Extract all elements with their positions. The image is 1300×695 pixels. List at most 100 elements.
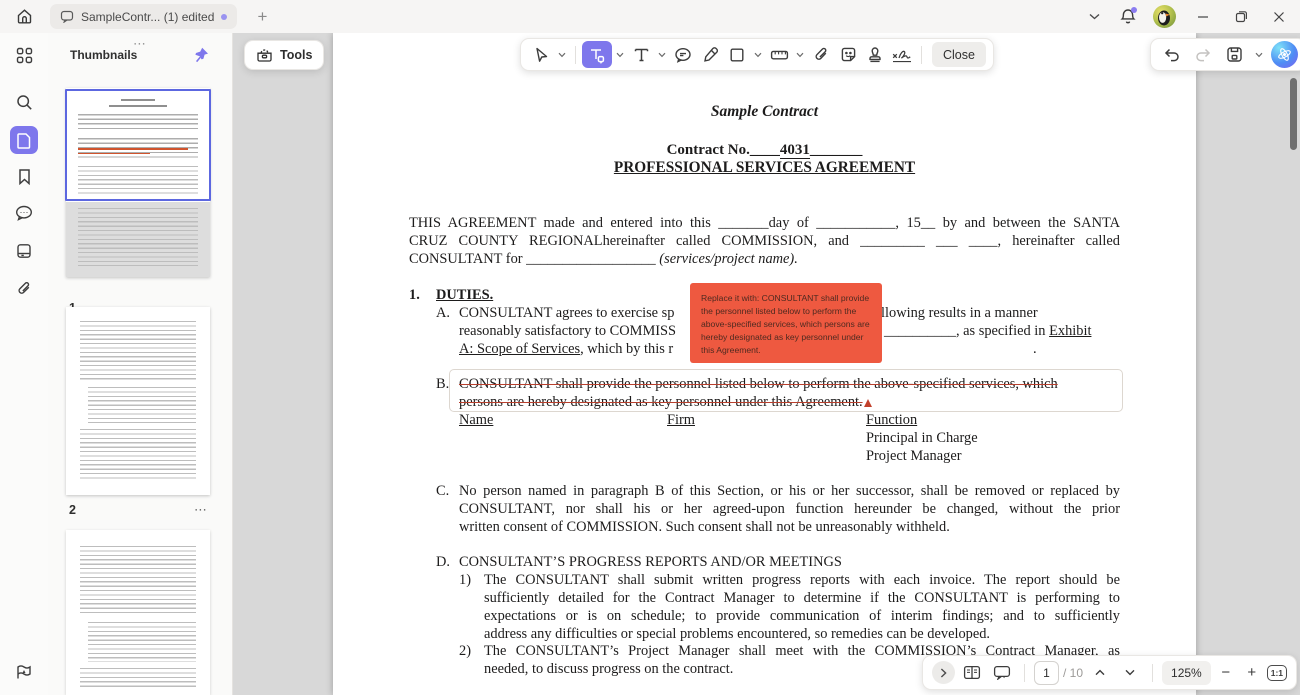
sticker-face-icon: [840, 46, 857, 63]
sidebar-item-sign[interactable]: [10, 658, 38, 686]
bar-divider: [1024, 664, 1025, 682]
paragraph-d-label: D.: [436, 553, 450, 571]
reading-view-button[interactable]: [959, 660, 985, 686]
ai-atom-icon: [1276, 46, 1293, 63]
chevron-down-icon: [1125, 669, 1135, 676]
cursor-arrow-icon: [533, 46, 550, 63]
select-tool-dropdown[interactable]: [555, 42, 569, 68]
doc-title: Sample Contract: [711, 103, 818, 120]
sidebar-item-search[interactable]: [10, 88, 38, 116]
stamp-tool-button[interactable]: [862, 42, 888, 68]
shapes-tool-button[interactable]: [724, 42, 750, 68]
page-navigation-bar: / 10 125% − + 1:1: [922, 655, 1297, 690]
undo-button[interactable]: [1159, 42, 1185, 68]
annotation-list-button[interactable]: [989, 660, 1015, 686]
function-role-2: Project Manager: [866, 447, 962, 465]
text-comment-dropdown[interactable]: [613, 42, 627, 68]
file-panel-icon: [16, 243, 32, 259]
two-page-view-icon: [963, 665, 981, 680]
attachment-tool-button[interactable]: [808, 42, 834, 68]
sticker-tool-button[interactable]: [835, 42, 861, 68]
replace-caret-marker: [864, 399, 872, 407]
text-tool-dropdown[interactable]: [655, 42, 669, 68]
page-options-button[interactable]: ⋯: [194, 502, 210, 518]
column-header-function: Function: [866, 411, 917, 429]
pdf-page-1[interactable]: Sample Contract Contract No.____4031____…: [333, 33, 1196, 695]
actual-size-button[interactable]: 1:1: [1267, 665, 1287, 681]
comment-bubble-icon: [15, 205, 33, 221]
quick-actions-toolbar: [1150, 38, 1300, 71]
previous-page-button[interactable]: [1087, 660, 1113, 686]
intro-line-1: THIS AGREEMENT made and entered into thi…: [409, 214, 1120, 232]
tools-button-label: Tools: [280, 48, 312, 62]
thumbnail-page-3[interactable]: [66, 530, 210, 695]
shapes-dropdown[interactable]: [751, 42, 765, 68]
thumbnail-page-2[interactable]: [66, 307, 210, 495]
sidebar-item-attachments-file[interactable]: [10, 237, 38, 265]
sidebar-item-thumbnails[interactable]: [10, 126, 38, 154]
text-tool-button[interactable]: [628, 42, 654, 68]
measure-tool-button[interactable]: [766, 42, 792, 68]
zoom-out-button[interactable]: −: [1215, 661, 1237, 685]
measure-dropdown[interactable]: [793, 42, 807, 68]
zoom-in-button[interactable]: +: [1241, 661, 1263, 685]
ai-assistant-button[interactable]: [1271, 41, 1298, 68]
pin-panel-button[interactable]: [192, 46, 210, 64]
collapse-toolbar-button[interactable]: [1079, 3, 1109, 31]
tools-button[interactable]: Tools: [244, 40, 324, 70]
paragraph-b-line-1[interactable]: CONSULTANT shall provide the personnel l…: [459, 375, 1058, 393]
paragraph-a-l1-left: CONSULTANT agrees to exercise sp: [459, 304, 674, 322]
page-number-input[interactable]: [1034, 661, 1059, 685]
next-page-button[interactable]: [1117, 660, 1143, 686]
function-role-1: Principal in Charge: [866, 429, 978, 447]
minimize-icon: [1197, 11, 1209, 23]
sidebar-item-bookmarks[interactable]: [10, 162, 38, 190]
vertical-scrollbar-thumb[interactable]: [1290, 78, 1297, 150]
signature-icon: [891, 47, 913, 63]
close-window-button[interactable]: [1262, 3, 1296, 31]
minimize-button[interactable]: [1186, 3, 1220, 31]
item-1-line-3: expectations or is on schedule; to provi…: [484, 607, 1120, 625]
signature-tool-button[interactable]: [889, 42, 915, 68]
text-comment-tool-button-active[interactable]: [582, 41, 612, 68]
grid-icon: [16, 47, 33, 64]
notifications-button[interactable]: [1113, 3, 1143, 31]
paragraph-d-heading: CONSULTANT’S PROGRESS REPORTS AND/OR MEE…: [459, 553, 842, 571]
save-dropdown[interactable]: [1252, 42, 1266, 68]
document-tab[interactable]: SampleContr... (1) edited: [50, 4, 237, 29]
new-tab-button[interactable]: +: [251, 6, 273, 28]
avatar[interactable]: [1153, 5, 1176, 28]
notification-badge: [1131, 7, 1137, 13]
paragraph-b-line-2[interactable]: persons are hereby designated as key per…: [459, 393, 872, 411]
thumb3-textblock: [88, 622, 196, 662]
expand-panel-button[interactable]: [932, 661, 955, 684]
replace-annotation-tooltip[interactable]: Replace it with: CONSULTANT shall provid…: [690, 283, 882, 363]
select-tool-button[interactable]: [528, 42, 554, 68]
toolbar-divider: [921, 46, 922, 64]
thumbnail-page-1[interactable]: [66, 88, 210, 277]
item-2-number: 2): [459, 642, 471, 660]
sidebar-item-attachments[interactable]: [10, 274, 38, 302]
sticky-note-tool-button[interactable]: [670, 42, 696, 68]
redo-button-disabled[interactable]: [1190, 42, 1216, 68]
pen-icon: [702, 46, 719, 63]
restore-button[interactable]: [1224, 3, 1258, 31]
page-thumbnails-icon: [16, 132, 32, 149]
thumbnail-row-2: 2 ⋯: [66, 501, 210, 519]
sidebar-item-comments[interactable]: [10, 199, 38, 227]
panel-menu-button[interactable]: [10, 41, 38, 69]
page-number-label: 2: [66, 503, 76, 517]
titlebar: SampleContr... (1) edited +: [0, 0, 1300, 33]
thumb1-viewport-indicator[interactable]: [65, 89, 211, 201]
highlighter-tool-button[interactable]: [697, 42, 723, 68]
close-toolbar-button[interactable]: Close: [932, 42, 986, 67]
puffin-avatar-image: [1153, 5, 1176, 28]
item-1-line-4: address any difficulties or special prob…: [484, 625, 1120, 643]
doc-heading: PROFESSIONAL SERVICES AGREEMENT: [614, 159, 915, 176]
contract-number-value: 4031: [780, 142, 810, 159]
toolbar-divider: [575, 46, 576, 64]
save-button[interactable]: [1221, 42, 1247, 68]
zoom-level-display[interactable]: 125%: [1162, 661, 1211, 685]
paperclip-icon: [16, 280, 32, 297]
home-button[interactable]: [11, 4, 37, 30]
